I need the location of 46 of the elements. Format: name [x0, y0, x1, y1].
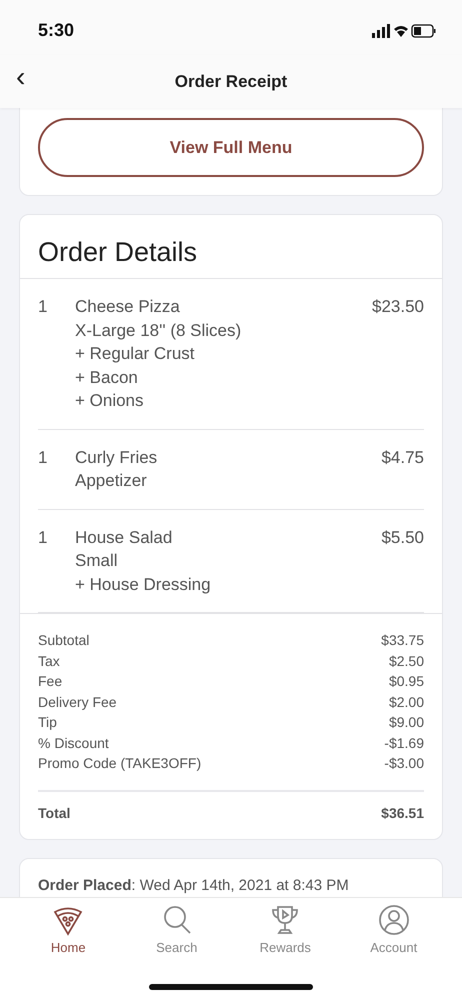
item-quantity: 1	[38, 526, 48, 548]
item-name: House Salad	[75, 526, 174, 548]
tab[interactable]: Account	[348, 904, 439, 955]
summary-label: % Discount	[38, 734, 109, 752]
order-placed-text: Order Placed: Wed Apr 14th, 2021 at 8:43 PM	[37, 876, 350, 896]
summary-value: $33.75	[381, 631, 424, 650]
summary-value: -$3.00	[384, 754, 424, 773]
summary-label: Promo Code (TAKE3OFF)	[38, 754, 202, 773]
account-icon	[378, 904, 410, 936]
status-time: 5:30	[38, 20, 74, 41]
item-price: $5.50	[381, 526, 424, 548]
tab[interactable]: Rewards	[240, 904, 330, 955]
wifi-icon	[394, 26, 408, 36]
item-option: Appetizer	[75, 469, 382, 492]
view-menu-button[interactable]: View Full Menu	[38, 118, 424, 177]
item-option: + Bacon	[75, 366, 372, 389]
item-option: Small	[75, 549, 382, 572]
total-label: Total	[38, 804, 70, 820]
signal-icon	[372, 24, 390, 38]
page-title: Order Receipt	[174, 72, 288, 92]
summary-label: Tip	[38, 713, 57, 732]
item-option: + Regular Crust	[75, 342, 372, 366]
summary-value: $2.00	[388, 692, 424, 712]
item-quantity: 1	[38, 446, 48, 468]
summary-label: Fee	[38, 672, 62, 691]
section-title: Order Details	[20, 215, 442, 279]
summary-value: $0.95	[388, 672, 424, 691]
item-price: $23.50	[372, 296, 424, 318]
back-button[interactable]: ‹	[12, 63, 30, 91]
item-name: Cheese Pizza	[75, 296, 181, 318]
item-option: + Onions	[75, 389, 372, 412]
summary-label: Delivery Fee	[38, 692, 117, 712]
total-value: $36.51	[381, 804, 424, 820]
summary-label: Subtotal	[38, 631, 90, 650]
item-name: Curly Fries	[75, 446, 158, 468]
summary-value: -$1.69	[384, 734, 424, 752]
summary-label: Tax	[38, 652, 60, 670]
summary-value: $2.50	[388, 652, 424, 670]
item-price: $4.75	[381, 446, 424, 468]
tab[interactable]: Search	[132, 904, 222, 955]
summary-value: $9.00	[388, 713, 424, 732]
battery-icon	[411, 24, 436, 38]
item-option: + House Dressing	[75, 572, 382, 596]
item-option: X-Large 18'' (8 Slices)	[75, 318, 372, 342]
item-quantity: 1	[38, 296, 48, 318]
tab[interactable]: Home	[23, 904, 114, 955]
